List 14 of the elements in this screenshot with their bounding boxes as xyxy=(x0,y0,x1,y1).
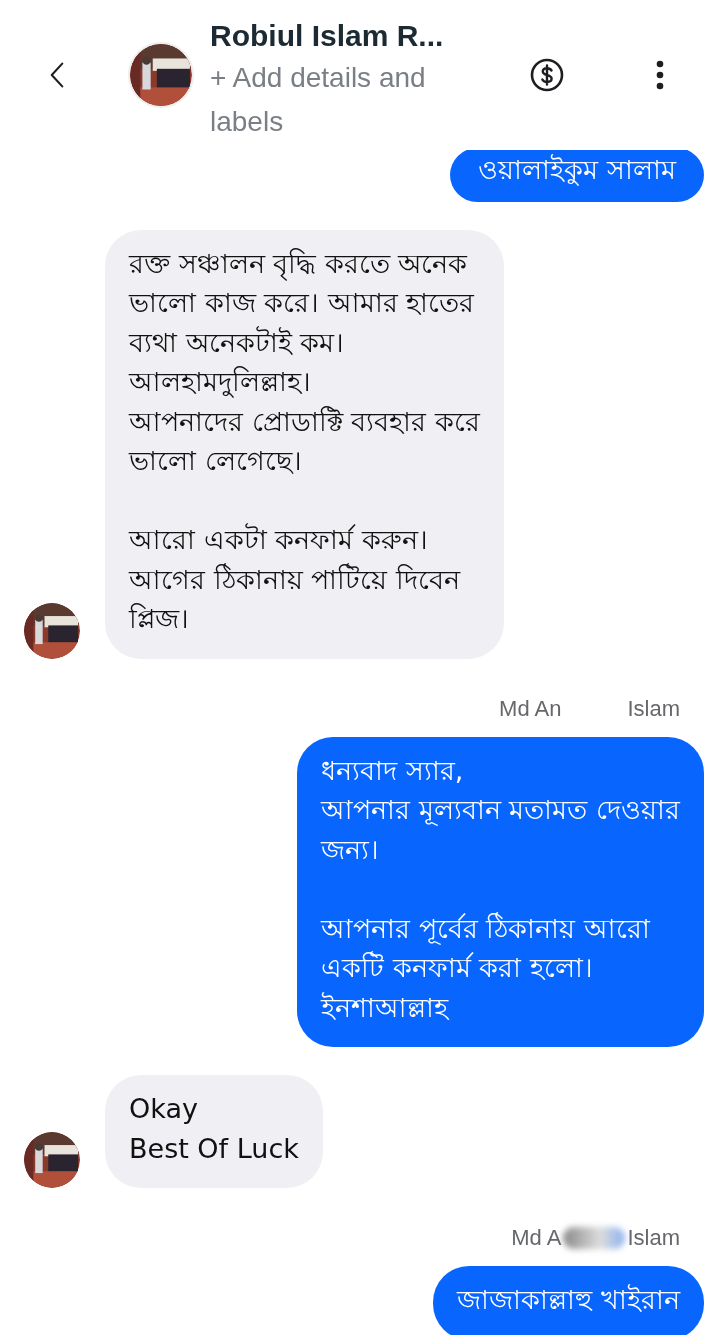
more-icon[interactable] xyxy=(654,58,666,92)
message-bubble: ওয়ালাইকুম সালাম xyxy=(450,150,704,202)
sender-name: Md A xyxy=(511,1224,562,1252)
message-bubble: রক্ত সঞ্চালন বৃদ্ধি করতে অনেক ভালো কাজ করে। আমার হাতের ব্যথা অনেকটাই কম। আলহামদুলিল্লাহ। আপনাদের প্রোডাক্টি ব্যবহার করে ভালো লেগেছে। আরো একটা কনফার্ম করুন। আগের ঠিকানায় পাটিয়ে দিবেন প্লিজ। xyxy=(105,229,504,659)
sender-avatar xyxy=(24,1132,80,1188)
message-bubble: ধন্যবাদ স্যার, আপনার মূল্যবান মতামত দেওয়ার জন্য। আপনার পূর্বের ঠিকানায় আরো একটি কনফার্ম করা হলো। ইনশাআল্লাহ xyxy=(297,736,704,1047)
add-details-link[interactable]: + Add details and labels xyxy=(210,56,480,144)
sender-name: Islam xyxy=(627,694,680,723)
contact-name: Robiul Islam R... xyxy=(210,18,445,54)
sender-name: Md An xyxy=(499,694,562,723)
dollar-icon[interactable] xyxy=(528,56,566,94)
message-bubble: জাজাকাল্লাহু খাইরান xyxy=(433,1266,704,1335)
message-bubble: Okay Best Of Luck xyxy=(105,1075,323,1188)
sender-name: Islam xyxy=(627,1224,680,1252)
